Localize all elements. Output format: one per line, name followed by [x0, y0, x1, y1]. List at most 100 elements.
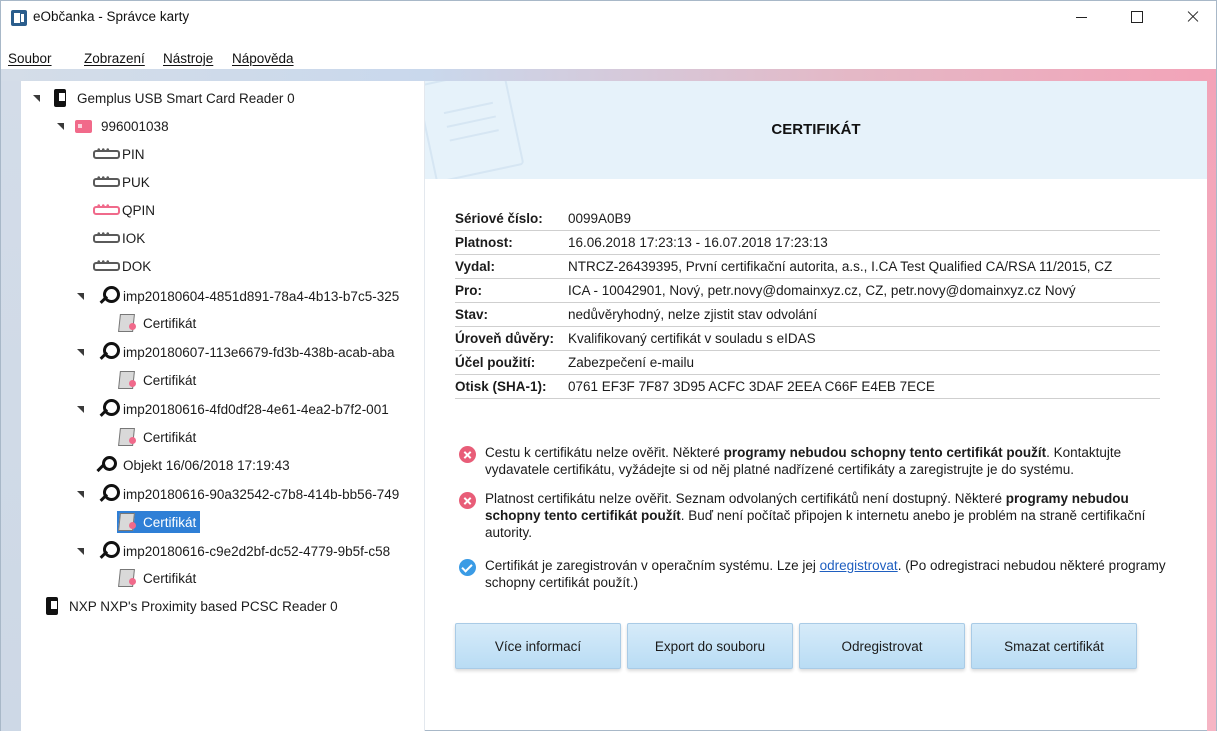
- tree-item-puk[interactable]: PUK: [93, 171, 150, 193]
- key-icon: [95, 455, 117, 475]
- tree-item-label: DOK: [122, 258, 152, 274]
- more-info-button[interactable]: Více informací: [455, 623, 621, 669]
- message-text: Cestu k certifikátu nelze ověřit. Někter…: [485, 444, 1179, 478]
- minimize-button[interactable]: [1058, 1, 1104, 33]
- detail-value: ICA - 10042901, Nový, petr.novy@domainxy…: [568, 283, 1076, 298]
- detail-label: Pro:: [455, 283, 482, 298]
- app-window: eObčanka - Správce karty Soubor Zobrazen…: [0, 0, 1217, 731]
- left-frame: [1, 81, 21, 731]
- unregister-button[interactable]: Odregistrovat: [799, 623, 965, 669]
- certificate-icon: [117, 512, 137, 532]
- tree-item-reader-nxp[interactable]: NXP NXP's Proximity based PCSC Reader 0: [43, 595, 338, 617]
- tree-item-label: QPIN: [122, 202, 156, 218]
- eobcanka-app-icon: [11, 10, 27, 26]
- smart-card-icon: [75, 119, 92, 133]
- tree-item-key[interactable]: imp20180604-4851d891-78a4-4b13-b7c5-325: [77, 285, 399, 307]
- detail-row: Stav: nedůvěryhodný, nelze zjistit stav …: [455, 303, 1160, 327]
- export-to-file-button[interactable]: Export do souboru: [627, 623, 793, 669]
- tree-item-reader-gemplus[interactable]: Gemplus USB Smart Card Reader 0: [33, 87, 295, 109]
- collapse-arrow-icon[interactable]: [77, 348, 85, 356]
- menu-nastroje[interactable]: Nástroje: [163, 51, 213, 66]
- tree-item-key[interactable]: imp20180616-c9e2d2bf-dc52-4779-9b5f-c58: [77, 540, 390, 562]
- tree-item-label: imp20180616-4fd0df28-4e61-4ea2-b7f2-001: [123, 401, 389, 417]
- tree-item-certificate[interactable]: Certifikát: [117, 567, 196, 589]
- tree-item-iok[interactable]: IOK: [93, 227, 145, 249]
- collapse-arrow-icon[interactable]: [57, 122, 65, 130]
- detail-label: Stav:: [455, 307, 489, 322]
- detail-label: Vydal:: [455, 259, 496, 274]
- warning-message-revocation: Platnost certifikátu nelze ověřit. Sezna…: [459, 490, 1179, 541]
- certificate-details: Sériové číslo: 0099A0B9 Platnost: 16.06.…: [455, 207, 1160, 399]
- detail-label: Sériové číslo:: [455, 211, 543, 226]
- detail-row: Sériové číslo: 0099A0B9: [455, 207, 1160, 231]
- detail-label: Účel použití:: [455, 355, 536, 370]
- detail-row: Otisk (SHA-1): 0761 EF3F 7F87 3D95 ACFC …: [455, 375, 1160, 399]
- tree-item-certificate[interactable]: Certifikát: [117, 369, 196, 391]
- close-button[interactable]: [1170, 1, 1216, 33]
- warning-message-path: Cestu k certifikátu nelze ověřit. Někter…: [459, 444, 1179, 478]
- tree-item-key[interactable]: imp20180616-4fd0df28-4e61-4ea2-b7f2-001: [77, 398, 389, 420]
- page-title: CERTIFIKÁT: [771, 121, 861, 138]
- detail-row: Vydal: NTRCZ-26439395, První certifikačn…: [455, 255, 1160, 279]
- card-tree: Gemplus USB Smart Card Reader 0 99600103…: [21, 81, 425, 731]
- error-icon: [459, 492, 476, 509]
- tree-item-qpin[interactable]: QPIN: [93, 199, 155, 221]
- tree-item-key[interactable]: imp20180616-90a32542-c7b8-414b-bb56-749: [77, 483, 399, 505]
- collapse-arrow-icon[interactable]: [77, 405, 85, 413]
- tree-item-label: PUK: [122, 174, 150, 190]
- detail-value: Kvalifikovaný certifikát v souladu s eID…: [568, 331, 816, 346]
- tree-item-certificate[interactable]: Certifikát: [117, 426, 196, 448]
- collapse-arrow-icon[interactable]: [77, 547, 85, 555]
- key-icon: [95, 483, 120, 505]
- tree-item-pin[interactable]: PIN: [93, 143, 145, 165]
- detail-row: Pro: ICA - 10042901, Nový, petr.novy@dom…: [455, 279, 1160, 303]
- tree-item-card[interactable]: 996001038: [57, 115, 169, 137]
- key-icon: [95, 285, 120, 307]
- card-reader-icon: [51, 88, 69, 108]
- message-text: Certifikát je zaregistrován v operačním …: [485, 557, 1179, 591]
- tree-item-key[interactable]: imp20180607-113e6679-fd3b-438b-acab-aba: [77, 341, 394, 363]
- key-icon: [95, 341, 120, 363]
- tree-item-label: 996001038: [101, 118, 169, 134]
- pin-code-icon: [93, 173, 120, 187]
- certificate-icon: [117, 313, 137, 333]
- title-bar: eObčanka - Správce karty: [1, 1, 1216, 33]
- detail-row: Účel použití: Zabezpečení e-mailu: [455, 351, 1160, 375]
- pin-code-icon: [93, 257, 120, 271]
- tree-item-label: Gemplus USB Smart Card Reader 0: [77, 90, 295, 106]
- message-part: Cestu k certifikátu nelze ověřit. Někter…: [485, 445, 724, 460]
- maximize-button[interactable]: [1114, 1, 1160, 33]
- qpin-code-icon: [93, 201, 120, 215]
- tree-item-certificate-selected[interactable]: Certifikát: [117, 511, 201, 533]
- tree-item-label: imp20180616-90a32542-c7b8-414b-bb56-749: [123, 486, 400, 502]
- menu-bar: Soubor Zobrazení Nástroje Nápověda: [1, 47, 1216, 69]
- selection-highlight: Certifikát: [117, 511, 201, 533]
- tree-item-object[interactable]: Objekt 16/06/2018 17:19:43: [95, 454, 290, 476]
- tree-item-label: PIN: [122, 146, 145, 162]
- tree-item-dok[interactable]: DOK: [93, 255, 151, 277]
- menu-napoveda[interactable]: Nápověda: [232, 51, 294, 66]
- menu-soubor[interactable]: Soubor: [8, 51, 52, 66]
- tree-item-certificate[interactable]: Certifikát: [117, 312, 196, 334]
- detail-value: nedůvěryhodný, nelze zjistit stav odvolá…: [568, 307, 818, 322]
- collapse-arrow-icon[interactable]: [33, 94, 41, 102]
- tree-item-label: Objekt 16/06/2018 17:19:43: [123, 457, 290, 473]
- tree-item-label: Certifikát: [143, 570, 197, 586]
- detail-value: 0099A0B9: [568, 211, 632, 226]
- collapse-arrow-icon[interactable]: [77, 292, 85, 300]
- detail-value: NTRCZ-26439395, První certifikační autor…: [568, 259, 1113, 274]
- tree-item-label: Certifikát: [143, 429, 197, 445]
- pin-code-icon: [93, 229, 120, 243]
- delete-certificate-button[interactable]: Smazat certifikát: [971, 623, 1137, 669]
- detail-value: Zabezpečení e-mailu: [568, 355, 695, 370]
- key-icon: [95, 540, 120, 562]
- tree-item-label: Certifikát: [143, 514, 197, 530]
- tree-item-label: imp20180607-113e6679-fd3b-438b-acab-aba: [123, 344, 395, 360]
- menu-zobrazeni[interactable]: Zobrazení: [84, 51, 145, 66]
- detail-label: Otisk (SHA-1):: [455, 379, 547, 394]
- detail-value: 16.06.2018 17:23:13 - 16.07.2018 17:23:1…: [568, 235, 828, 250]
- certificate-icon: [117, 370, 137, 390]
- collapse-arrow-icon[interactable]: [77, 490, 85, 498]
- unregister-link[interactable]: odregistrovat: [820, 558, 898, 573]
- certificate-icon: [117, 427, 137, 447]
